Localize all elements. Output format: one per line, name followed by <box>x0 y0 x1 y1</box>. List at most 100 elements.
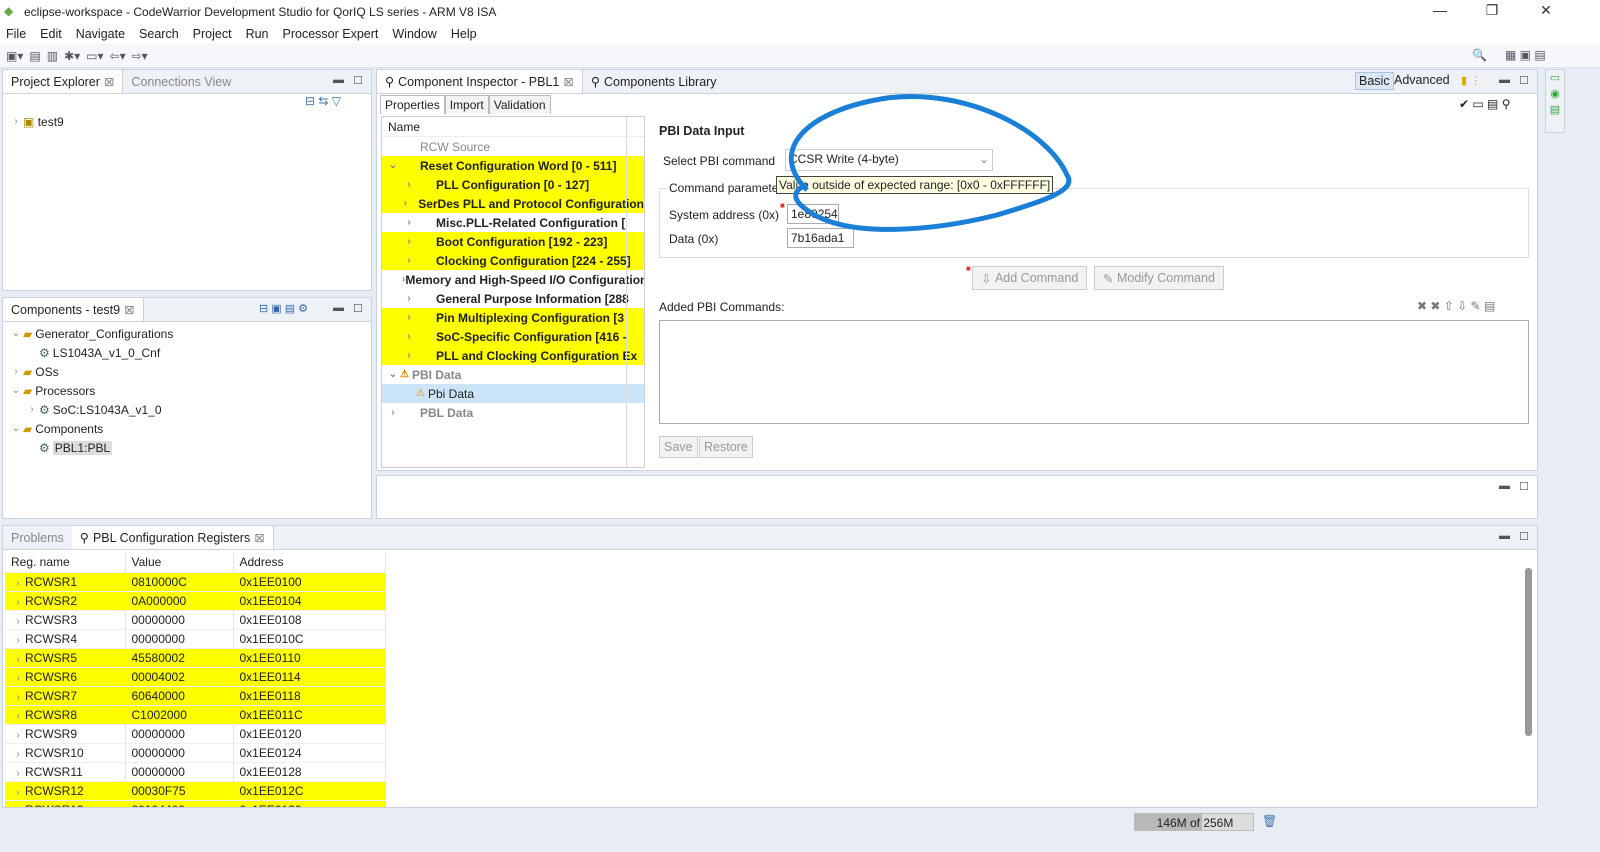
table-row[interactable]: › RCWSR12 00030F75 0x1EE012C <box>5 781 386 801</box>
chevron-icon[interactable]: › <box>402 236 416 247</box>
property-tree-item[interactable]: › Clocking Configuration [224 - 255] <box>382 251 644 270</box>
chevron-icon[interactable]: › <box>11 806 25 808</box>
property-tree-item[interactable]: › PLL and Clocking Configuration Ex <box>382 346 644 365</box>
chevron-icon[interactable]: › <box>402 350 416 361</box>
tab-components[interactable]: Components - test9 ⊠ <box>3 298 144 321</box>
build-icon[interactable]: ▥ <box>47 49 58 63</box>
close-button[interactable]: ✕ <box>1526 2 1566 19</box>
tab-pbl-registers[interactable]: ⚲ PBL Configuration Registers ⊠ <box>71 526 274 549</box>
vertical-scrollbar[interactable] <box>1525 568 1532 736</box>
menu-processor-expert[interactable]: Processor Expert <box>283 27 379 41</box>
spacer[interactable]: › <box>25 404 39 415</box>
property-tree-item[interactable]: › PBL Data <box>382 403 644 422</box>
trim-stack[interactable]: ▭ ◉ ▤ <box>1545 69 1565 133</box>
chevron-icon[interactable]: › <box>11 673 25 684</box>
maximize-view-icon[interactable]: ☐ <box>1519 74 1529 87</box>
save-button[interactable]: Save <box>659 436 698 458</box>
chevron-icon[interactable]: ⌄ <box>9 423 23 434</box>
maximize-view-icon[interactable]: ☐ <box>1519 480 1529 493</box>
table-row[interactable]: › RCWSR7 60640000 0x1EE0118 <box>5 686 386 706</box>
table-row[interactable]: › RCWSR6 00004002 0x1EE0114 <box>5 667 386 687</box>
chevron-icon[interactable]: › <box>11 635 25 646</box>
chevron-icon[interactable]: ⌄ <box>386 369 400 380</box>
chevron-icon[interactable]: ⌄ <box>9 385 23 396</box>
component-tree-item[interactable]: ⚙ LS1043A_v1_0_Cnf <box>3 343 371 362</box>
chevron-icon[interactable]: › <box>11 597 25 608</box>
chevron-icon[interactable]: › <box>11 749 25 760</box>
chevron-icon[interactable]: › <box>402 312 416 323</box>
table-row[interactable]: › RCWSR5 45580002 0x1EE0110 <box>5 648 386 668</box>
debug-icon[interactable]: ✱▾ <box>64 49 80 63</box>
tab-connections-view[interactable]: Connections View <box>123 70 239 93</box>
modify-command-button[interactable]: ✎ Modify Command <box>1094 266 1224 290</box>
collapse-all-icon[interactable]: ⊟ ⇆ ▽ <box>305 94 341 108</box>
chevron-icon[interactable]: › <box>11 711 25 722</box>
property-tree-item[interactable]: ⌄ ⚠ PBI Data <box>382 365 644 384</box>
chevron-icon[interactable]: › <box>11 654 25 665</box>
chevron-icon[interactable]: › <box>11 768 25 779</box>
minimize-button[interactable]: — <box>1420 2 1460 18</box>
chevron-icon[interactable]: › <box>402 293 416 304</box>
menu-window[interactable]: Window <box>392 27 436 41</box>
chevron-icon[interactable]: › <box>402 198 409 209</box>
command-list-toolbar[interactable]: ✖ ✖ ⇧ ⇩ ✎ ▤ <box>1417 299 1495 313</box>
maximize-view-icon[interactable]: ☐ <box>353 74 363 87</box>
table-row[interactable]: › RCWSR9 00000000 0x1EE0120 <box>5 724 386 744</box>
menu-file[interactable]: File <box>6 27 26 41</box>
nav-forward-icon[interactable]: ⇨▾ <box>132 49 148 63</box>
note-icon[interactable]: ▮ ⋮ <box>1461 74 1481 87</box>
tab-components-library[interactable]: ⚲ Components Library <box>583 70 725 93</box>
open-icon[interactable]: ▭▾ <box>86 49 103 63</box>
subtab-import[interactable]: Import <box>444 95 489 114</box>
minimize-view-icon[interactable]: ▬ <box>1499 480 1510 492</box>
tab-project-explorer[interactable]: Project Explorer ⊠ <box>3 70 124 93</box>
table-row[interactable]: › RCWSR2 0A000000 0x1EE0104 <box>5 591 386 611</box>
menu-navigate[interactable]: Navigate <box>76 27 125 41</box>
basic-mode-button[interactable]: Basic <box>1355 72 1394 90</box>
component-tree-item[interactable]: ⚙ PBL1:PBL <box>3 438 371 457</box>
chevron-icon[interactable]: › <box>402 179 416 190</box>
table-row[interactable]: › RCWSR10 00000000 0x1EE0124 <box>5 743 386 763</box>
column-header[interactable]: Reg. name <box>5 553 126 573</box>
table-row[interactable]: › RCWSR8 C1002000 0x1EE011C <box>5 705 386 725</box>
menu-search[interactable]: Search <box>139 27 179 41</box>
property-tree-item[interactable]: › Boot Configuration [192 - 223] <box>382 232 644 251</box>
nav-back-icon[interactable]: ⇦▾ <box>110 49 126 63</box>
add-command-button[interactable]: ⇩ Add Command <box>972 266 1088 290</box>
property-tree-item[interactable]: › Memory and High-Speed I/O Configuration <box>382 270 644 289</box>
subtab-properties[interactable]: Properties <box>380 95 445 114</box>
apply-check-icon[interactable]: ✔ ▭ ▤ ⚲ <box>1459 97 1511 111</box>
chevron-icon[interactable]: › <box>9 366 23 377</box>
chevron-icon[interactable]: › <box>402 331 416 342</box>
maximize-view-icon[interactable]: ☐ <box>1519 530 1529 543</box>
added-commands-list[interactable] <box>659 320 1529 424</box>
component-tree-item[interactable]: ⌄ ▰ Processors <box>3 381 371 400</box>
chevron-icon[interactable]: › <box>11 616 25 627</box>
property-tree-item[interactable]: › General Purpose Information [288 <box>382 289 644 308</box>
property-tree-item[interactable]: ⚠ Pbi Data <box>382 384 644 403</box>
save-icon[interactable]: ▤ <box>29 49 40 63</box>
property-tree-item[interactable]: RCW Source <box>382 137 644 156</box>
tree-item-test9[interactable]: › ▣ test9 <box>3 112 371 131</box>
advanced-mode-button[interactable]: Advanced <box>1394 73 1450 87</box>
chevron-icon[interactable]: › <box>402 255 416 266</box>
heap-status[interactable]: 146M of 256M <box>1134 813 1254 831</box>
component-tree-item[interactable]: › ▰ OSs <box>3 362 371 381</box>
property-tree-item[interactable]: › SoC-Specific Configuration [416 - <box>382 327 644 346</box>
minimize-view-icon[interactable]: ▬ <box>333 302 344 314</box>
chevron-icon[interactable]: › <box>11 578 25 589</box>
column-header[interactable]: Address <box>233 553 386 573</box>
chevron-icon[interactable]: › <box>11 787 25 798</box>
chevron-icon[interactable]: › <box>402 217 416 228</box>
property-tree-item[interactable]: › PLL Configuration [0 - 127] <box>382 175 644 194</box>
chevron-icon[interactable]: › <box>386 407 400 418</box>
component-tree-item[interactable]: › ⚙ SoC:LS1043A_v1_0 <box>3 400 371 419</box>
menu-help[interactable]: Help <box>451 27 477 41</box>
table-row[interactable]: ›RCWSR13201044000x1EE0130 <box>5 800 386 808</box>
property-tree-item[interactable]: › Pin Multiplexing Configuration [3 <box>382 308 644 327</box>
menu-edit[interactable]: Edit <box>40 27 62 41</box>
component-tree-item[interactable]: ⌄ ▰ Components <box>3 419 371 438</box>
search-icon[interactable]: 🔍 <box>1472 48 1487 62</box>
chevron-icon[interactable]: › <box>11 692 25 703</box>
maximize-button[interactable]: ❐ <box>1472 2 1512 19</box>
